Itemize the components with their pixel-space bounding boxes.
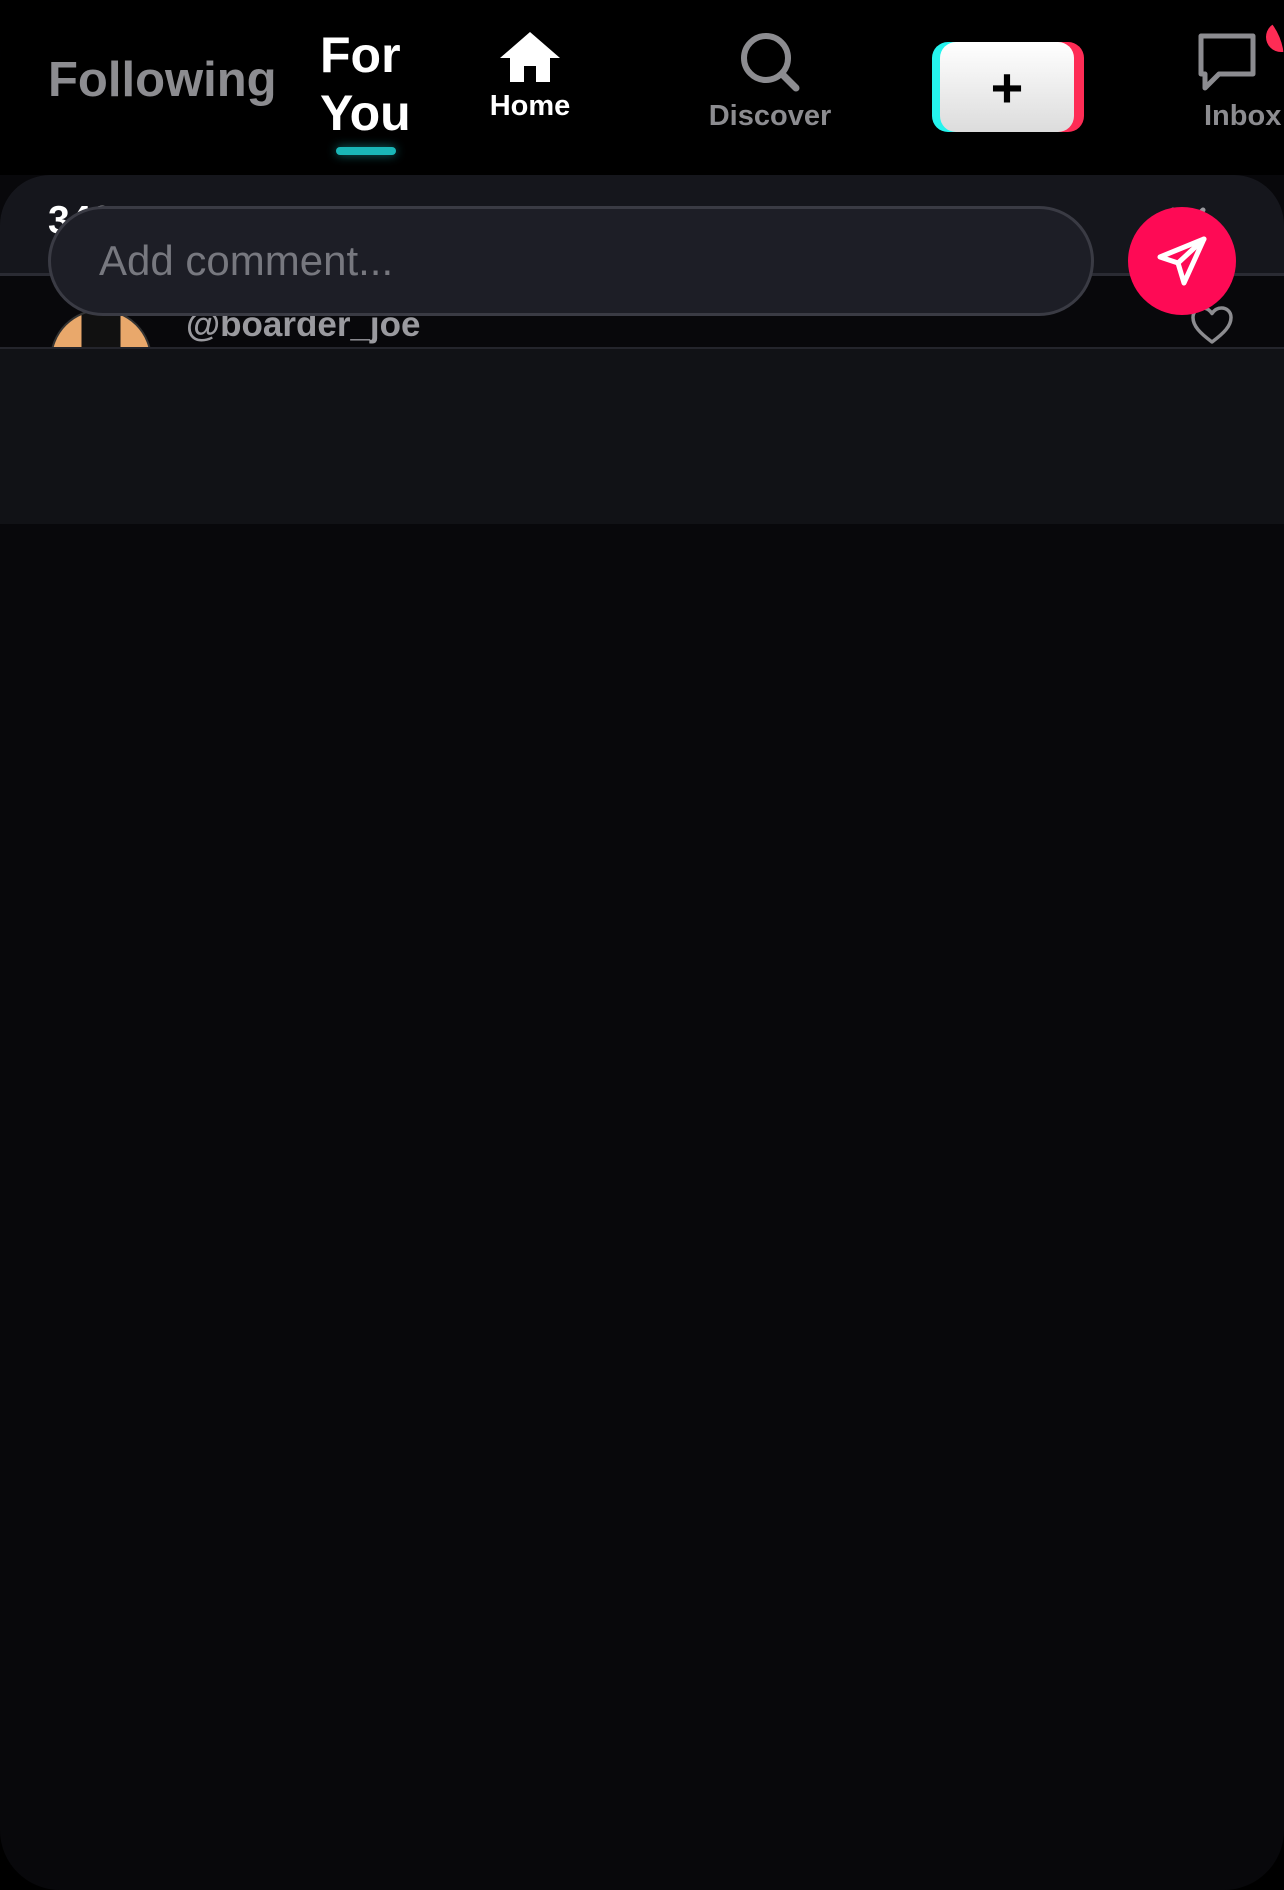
nav-discover[interactable]: Discover <box>690 30 850 133</box>
plus-icon: + <box>940 42 1074 132</box>
active-tab-indicator <box>336 147 396 155</box>
tab-following[interactable]: Following <box>48 52 277 108</box>
nav-home[interactable]: Home <box>470 30 590 123</box>
home-icon <box>500 32 560 82</box>
send-icon <box>1157 236 1207 286</box>
nav-discover-label: Discover <box>708 100 832 132</box>
send-comment-button[interactable] <box>1128 207 1236 315</box>
tab-for-you[interactable]: For You <box>320 26 460 142</box>
comment-composer <box>0 347 1284 524</box>
chat-bubble-icon <box>1198 33 1256 91</box>
nav-home-label: Home <box>489 90 571 122</box>
nav-inbox-label: Inbox <box>1204 100 1282 132</box>
comment-input[interactable] <box>48 206 1094 316</box>
search-icon <box>741 33 800 92</box>
app-frame: Following For You Home Discover + Inbox … <box>0 0 1284 1890</box>
top-nav-bar: Following For You Home Discover + Inbox <box>0 0 1284 175</box>
create-button[interactable]: + <box>932 42 1084 132</box>
comments-panel: 342 Comments @boarder_joe <box>0 175 1284 1890</box>
